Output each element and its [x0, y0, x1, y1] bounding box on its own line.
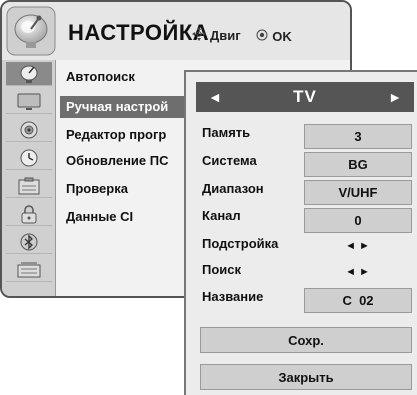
hint-move: Двиг — [192, 27, 241, 44]
menu-item-software-update[interactable]: Обновление ПС — [66, 150, 169, 172]
name-label: Название — [202, 289, 264, 304]
ok-button-icon — [256, 29, 268, 44]
close-button[interactable]: Закрыть — [200, 364, 412, 390]
hint-ok: OK — [256, 29, 292, 44]
save-button[interactable]: Сохр. — [200, 327, 412, 353]
menu-item-program-editor[interactable]: Редактор прогр — [66, 124, 166, 146]
menu-item-check[interactable]: Проверка — [66, 178, 128, 200]
memory-field[interactable]: 3 — [304, 124, 412, 149]
speaker-audio-icon[interactable] — [6, 118, 52, 142]
channel-field[interactable]: 0 — [304, 208, 412, 233]
move-arrows-icon — [192, 27, 206, 44]
fine-tune-left-arrow-icon[interactable]: ◄ — [345, 240, 357, 252]
fine-tune-label: Подстройка — [202, 236, 279, 251]
search-right-arrow-icon[interactable]: ► — [359, 266, 371, 278]
satellite-dish-icon[interactable] — [6, 62, 52, 86]
band-field[interactable]: V/UHF — [304, 180, 412, 205]
bluetooth-icon[interactable] — [6, 230, 52, 254]
hint-ok-label: OK — [272, 29, 292, 44]
key-hints: Двиг OK — [192, 27, 304, 44]
name-field[interactable]: C 02 — [304, 288, 412, 313]
system-label: Система — [202, 153, 257, 168]
system-field[interactable]: BG — [304, 152, 412, 177]
fine-tune-stepper[interactable]: ◄ ► — [304, 235, 412, 257]
search-label: Поиск — [202, 262, 242, 277]
menu-header: НАСТРОЙКА Двиг OK — [2, 2, 350, 60]
memory-label: Память — [202, 125, 251, 140]
search-left-arrow-icon[interactable]: ◄ — [345, 266, 357, 278]
band-label: Диапазон — [202, 181, 264, 196]
fine-tune-right-arrow-icon[interactable]: ► — [359, 240, 371, 252]
channel-label: Канал — [202, 208, 241, 223]
menu-item-ci-data[interactable]: Данные CI — [66, 206, 133, 228]
checklist-icon[interactable] — [6, 174, 52, 198]
usb-media-icon[interactable] — [6, 258, 52, 282]
next-source-arrow-icon[interactable]: ► — [388, 89, 402, 105]
menu-item-auto-search[interactable]: Автопоиск — [66, 66, 135, 88]
menu-title: НАСТРОЙКА — [68, 20, 210, 45]
source-title: TV — [293, 87, 317, 106]
clock-icon[interactable] — [6, 146, 52, 170]
hint-move-label: Двиг — [210, 28, 241, 43]
lock-icon[interactable] — [6, 202, 52, 226]
tv-screen-icon[interactable] — [6, 90, 52, 114]
category-icon-column — [2, 60, 56, 296]
search-stepper[interactable]: ◄ ► — [304, 261, 412, 283]
source-selector: ◄ TV ► — [196, 82, 414, 112]
satellite-dish-icon — [6, 6, 56, 56]
manual-tuning-dialog: ◄ TV ► Память 3 Система BG Диапазон V/UH… — [184, 70, 417, 395]
previous-source-arrow-icon[interactable]: ◄ — [208, 89, 222, 105]
